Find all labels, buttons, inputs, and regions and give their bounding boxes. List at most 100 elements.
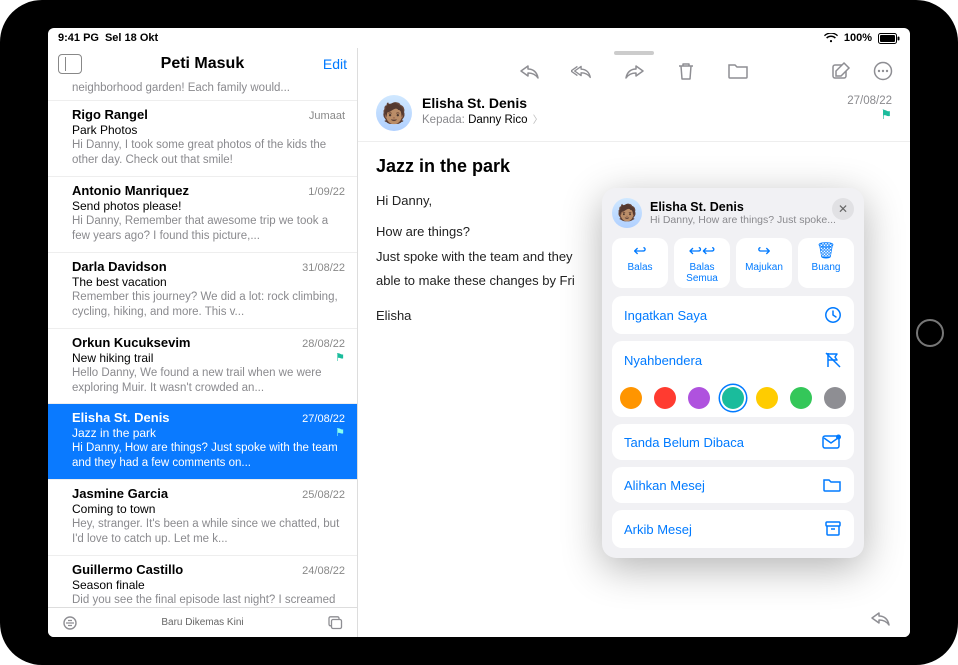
popover-sender: Elisha St. Denis: [650, 200, 836, 214]
list-preview: Hey, stranger. It's been a while since w…: [72, 517, 345, 547]
list-item[interactable]: Rigo Rangel JumaatPark PhotosHi Danny, I …: [48, 101, 357, 177]
list-date: 1/09/22: [308, 186, 345, 198]
close-icon[interactable]: ✕: [832, 198, 854, 220]
sender-avatar[interactable]: 🧑🏽: [376, 95, 412, 131]
list-preview: Did you see the final episode last night…: [72, 593, 345, 607]
list-subject: Jazz in the park ⚑: [72, 426, 345, 440]
more-icon[interactable]: [872, 61, 894, 81]
list-date: 28/08/22: [302, 338, 345, 350]
flag-color-option[interactable]: [722, 387, 744, 409]
list-date: 31/08/22: [302, 262, 345, 274]
trash-icon[interactable]: [675, 61, 697, 81]
forward-button[interactable]: ↪︎ Majukan: [736, 238, 792, 288]
list-preview: Hi Danny, Remember that awesome trip we …: [72, 214, 345, 244]
flag-color-row: [612, 379, 854, 417]
list-sender: Rigo Rangel: [72, 107, 148, 122]
mail-list[interactable]: neighborhood garden! Each family would..…: [48, 78, 357, 607]
flag-icon[interactable]: ⚑: [847, 107, 892, 123]
envelope-badge-icon: [822, 434, 842, 450]
list-date: 25/08/22: [302, 489, 345, 501]
list-sender: Orkun Kucuksevim: [72, 335, 191, 350]
edit-button[interactable]: Edit: [323, 56, 347, 72]
flag-icon: ⚑: [335, 426, 345, 439]
status-bar: 9:41 PG Sel 18 Okt 100%: [48, 28, 910, 48]
reply-all-icon[interactable]: [571, 61, 593, 81]
inbox-title: Peti Masuk: [82, 55, 323, 73]
forward-icon: ↪︎: [738, 244, 790, 260]
flag-color-option[interactable]: [790, 387, 812, 409]
list-preview: Hello Danny, We found a new trail when w…: [72, 366, 345, 396]
flag-color-option[interactable]: [654, 387, 676, 409]
popover-preview: Hi Danny, How are things? Just spoke...: [650, 214, 836, 226]
sidebar-toggle-icon[interactable]: [58, 54, 82, 74]
chevron-right-icon: 〉: [533, 115, 543, 126]
forward-icon[interactable]: [623, 61, 645, 81]
quick-reply-icon[interactable]: [870, 609, 892, 627]
list-subject: The best vacation: [72, 275, 345, 289]
message-actions-popover: 🧑🏽 Elisha St. Denis Hi Danny, How are th…: [602, 188, 864, 558]
status-time: 9:41 PG: [58, 32, 99, 44]
archive-icon: [824, 520, 842, 538]
list-date: Jumaat: [309, 110, 345, 122]
list-date: 27/08/22: [302, 413, 345, 425]
popover-avatar: 🧑🏽: [612, 198, 642, 228]
list-sender: Jasmine Garcia: [72, 486, 168, 501]
unflag-button[interactable]: Nyahbendera: [612, 341, 854, 379]
list-subject: Park Photos: [72, 123, 345, 137]
list-subject: New hiking trail ⚑: [72, 351, 345, 365]
reply-icon[interactable]: [519, 61, 541, 81]
list-item[interactable]: Antonio Manriquez 1/09/22Send photos plea…: [48, 177, 357, 253]
folder-icon[interactable]: [727, 61, 749, 81]
trash-icon: 🗑: [800, 244, 852, 260]
message-from[interactable]: Elisha St. Denis: [422, 95, 837, 111]
list-sender: Elisha St. Denis: [72, 410, 170, 425]
message-date: 27/08/22: [847, 95, 892, 107]
reply-icon: ↩︎: [614, 244, 666, 260]
flag-color-option[interactable]: [620, 387, 642, 409]
flag-slash-icon: [824, 351, 842, 369]
mail-sidebar: Peti Masuk Edit neighborhood garden! Eac…: [48, 48, 358, 637]
flag-color-option[interactable]: [756, 387, 778, 409]
list-item[interactable]: Orkun Kucuksevim 28/08/22New hiking trail…: [48, 329, 357, 405]
list-subject: Coming to town: [72, 502, 345, 516]
battery-pct: 100%: [844, 32, 872, 44]
list-item[interactable]: Guillermo Castillo 24/08/22Season finaleD…: [48, 556, 357, 607]
flag-color-option[interactable]: [688, 387, 710, 409]
list-item[interactable]: Jasmine Garcia 25/08/22Coming to townHey,…: [48, 480, 357, 556]
list-item-cutoff[interactable]: neighborhood garden! Each family would..…: [48, 78, 357, 101]
list-preview: Remember this journey? We did a lot: roc…: [72, 290, 345, 320]
list-preview: Hi Danny, I took some great photos of th…: [72, 138, 345, 168]
reply-button[interactable]: ↩︎ Balas: [612, 238, 668, 288]
message-subject: Jazz in the park: [358, 142, 910, 187]
list-date: 24/08/22: [302, 565, 345, 577]
home-button[interactable]: [916, 319, 944, 347]
message-to[interactable]: Kepada: Danny Rico 〉: [422, 111, 837, 126]
folder-icon: [822, 477, 842, 493]
flag-icon: ⚑: [335, 351, 345, 364]
list-preview: Hi Danny, How are things? Just spoke wit…: [72, 441, 345, 471]
status-date: Sel 18 Okt: [105, 32, 158, 44]
archive-message-button[interactable]: Arkib Mesej: [612, 510, 854, 548]
sidebar-footer: Baru Dikemas Kini: [48, 607, 357, 637]
clock-icon: [824, 306, 842, 324]
remind-me-button[interactable]: Ingatkan Saya: [612, 296, 854, 334]
list-subject: Season finale: [72, 578, 345, 592]
list-item[interactable]: Elisha St. Denis 27/08/22Jazz in the park…: [48, 404, 357, 480]
list-sender: Darla Davidson: [72, 259, 167, 274]
list-subject: Send photos please!: [72, 199, 345, 213]
mark-unread-button[interactable]: Tanda Belum Dibaca: [612, 424, 854, 460]
wifi-icon: [824, 33, 838, 43]
list-sender: Antonio Manriquez: [72, 183, 189, 198]
list-item[interactable]: Darla Davidson 31/08/22The best vacationR…: [48, 253, 357, 329]
compose-stack-icon[interactable]: [327, 616, 343, 630]
trash-button[interactable]: 🗑 Buang: [798, 238, 854, 288]
message-toolbar: [358, 55, 910, 89]
reply-all-button[interactable]: ↩︎↩︎ Balas Semua: [674, 238, 730, 288]
message-header: 🧑🏽 Elisha St. Denis Kepada: Danny Rico 〉…: [358, 89, 910, 142]
filter-icon[interactable]: [62, 616, 78, 630]
list-sender: Guillermo Castillo: [72, 562, 183, 577]
battery-icon: [878, 33, 900, 44]
move-message-button[interactable]: Alihkan Mesej: [612, 467, 854, 503]
compose-icon[interactable]: [830, 61, 852, 81]
flag-color-option[interactable]: [824, 387, 846, 409]
